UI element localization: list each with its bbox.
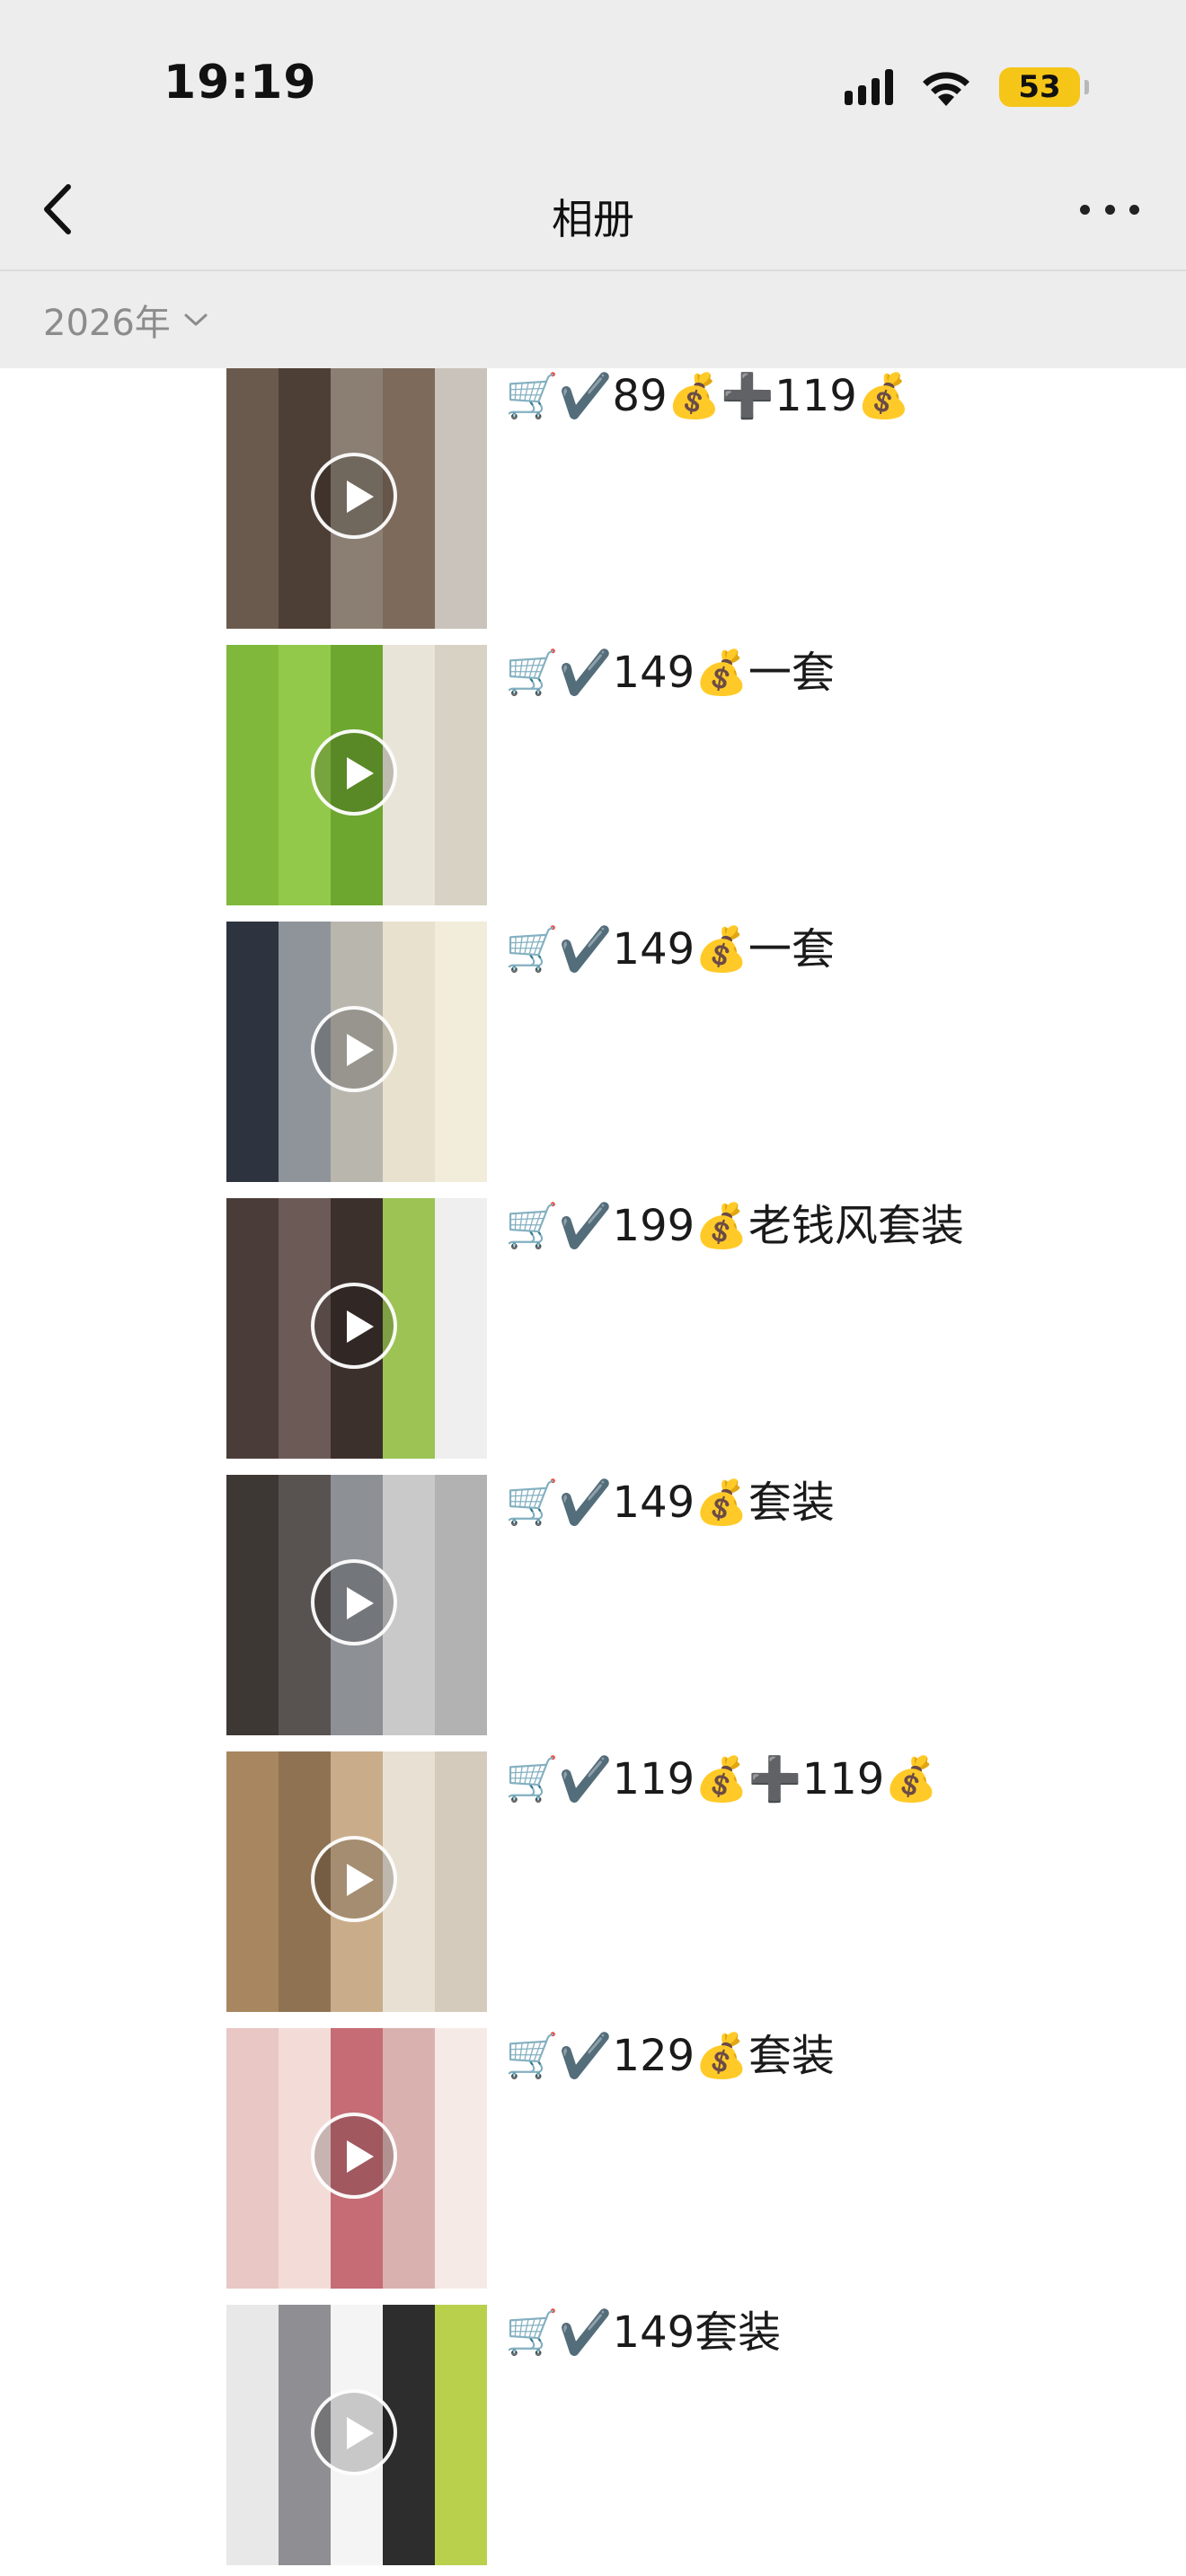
- thumbnail-color-band: [226, 2305, 279, 2565]
- thumbnail-color-band: [226, 922, 279, 1182]
- year-filter-dropdown[interactable]: 2026年: [43, 294, 208, 346]
- thumbnail-color-band: [226, 1751, 279, 2012]
- post-item[interactable]: 🛒✔️149💰一套: [226, 922, 1125, 1182]
- page-title: 相册: [552, 195, 634, 243]
- thumbnail-color-band: [435, 922, 487, 1182]
- thumbnail-color-band: [226, 1198, 279, 1459]
- video-thumbnail[interactable]: [226, 1751, 487, 2012]
- thumbnail-color-band: [435, 2028, 487, 2289]
- post-item[interactable]: 🛒✔️89💰➕119💰: [226, 368, 1125, 629]
- play-icon[interactable]: [311, 1283, 397, 1369]
- dot-icon: [1104, 204, 1115, 215]
- post-item[interactable]: 🛒✔️149套装: [226, 2305, 1125, 2565]
- thumbnail-color-band: [435, 1198, 487, 1459]
- dot-icon: [1080, 204, 1090, 215]
- post-caption: 🛒✔️149💰一套: [505, 648, 835, 698]
- battery-indicator: 53: [999, 67, 1089, 107]
- play-icon[interactable]: [311, 729, 397, 816]
- post-item[interactable]: 🛒✔️129💰套装: [226, 2028, 1125, 2289]
- video-thumbnail[interactable]: [226, 2305, 487, 2565]
- video-thumbnail[interactable]: [226, 368, 487, 629]
- thumbnail-color-band: [226, 2028, 279, 2289]
- post-caption: 🛒✔️89💰➕119💰: [505, 371, 911, 421]
- play-icon[interactable]: [311, 2389, 397, 2475]
- status-icons: 53: [845, 65, 1089, 110]
- nav-divider: [0, 269, 1186, 271]
- post-caption: 🛒✔️149套装: [505, 2307, 782, 2358]
- thumbnail-color-band: [435, 1475, 487, 1735]
- year-filter-label: 2026年: [43, 303, 171, 344]
- thumbnail-color-band: [226, 645, 279, 905]
- post-caption: 🛒✔️119💰➕119💰: [505, 1754, 939, 1804]
- post-item[interactable]: 🛒✔️199💰老钱风套装: [226, 1198, 1125, 1459]
- thumbnail-color-band: [226, 368, 279, 629]
- dot-icon: [1129, 204, 1139, 215]
- video-thumbnail[interactable]: [226, 2028, 487, 2289]
- post-caption: 🛒✔️199💰老钱风套装: [505, 1201, 964, 1251]
- thumbnail-color-band: [435, 2305, 487, 2565]
- post-item[interactable]: 🛒✔️149💰一套: [226, 645, 1125, 905]
- more-dots-icon[interactable]: [1080, 198, 1139, 221]
- post-caption: 🛒✔️149💰一套: [505, 924, 835, 975]
- chevron-down-icon: [184, 313, 208, 326]
- play-icon[interactable]: [311, 1006, 397, 1092]
- video-thumbnail[interactable]: [226, 1198, 487, 1459]
- play-icon[interactable]: [311, 1559, 397, 1645]
- post-item[interactable]: 🛒✔️119💰➕119💰: [226, 1751, 1125, 2012]
- video-thumbnail[interactable]: [226, 645, 487, 905]
- play-icon[interactable]: [311, 2113, 397, 2199]
- post-item[interactable]: 🛒✔️149💰套装: [226, 1475, 1125, 1735]
- play-icon[interactable]: [311, 453, 397, 539]
- thumbnail-color-band: [435, 645, 487, 905]
- post-caption: 🛒✔️149💰套装: [505, 1478, 835, 1528]
- status-time: 19:19: [164, 56, 317, 110]
- thumbnail-color-band: [435, 368, 487, 629]
- video-thumbnail[interactable]: [226, 922, 487, 1182]
- post-caption: 🛒✔️129💰套装: [505, 2031, 835, 2081]
- play-icon[interactable]: [311, 1836, 397, 1922]
- thumbnail-color-band: [226, 1475, 279, 1735]
- top-bar: 19:19 53 相册 2026年: [0, 0, 1186, 368]
- video-thumbnail[interactable]: [226, 1475, 487, 1735]
- cellular-signal-icon: [845, 69, 893, 105]
- thumbnail-color-band: [435, 1751, 487, 2012]
- wifi-icon: [923, 72, 969, 106]
